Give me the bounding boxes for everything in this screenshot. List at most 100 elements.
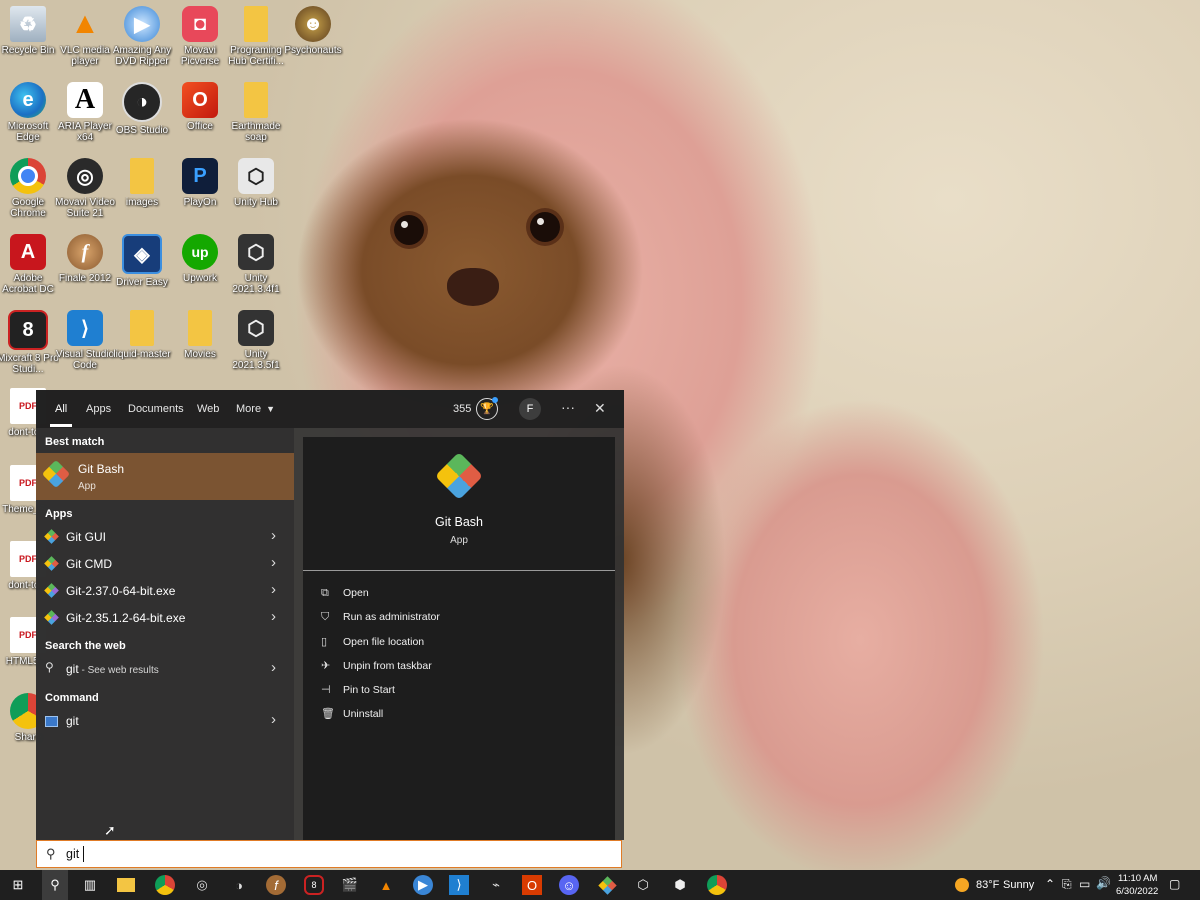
chrome-icon[interactable] bbox=[155, 875, 175, 895]
finale-icon[interactable]: f bbox=[266, 875, 286, 895]
tab-apps[interactable]: Apps bbox=[86, 403, 111, 415]
movavi-icon[interactable]: ◎ bbox=[192, 875, 212, 895]
search-input[interactable]: git bbox=[66, 847, 79, 861]
discord-icon[interactable]: ☺ bbox=[559, 875, 579, 895]
desktop-icon-unity-2021-3-5[interactable]: ⬡ Unity 2021.3.5f1 bbox=[225, 310, 287, 371]
desktop-icon-office[interactable]: O Office bbox=[169, 82, 231, 132]
obs-icon[interactable]: ◑ bbox=[229, 875, 249, 895]
web-result-item[interactable]: ⚲ git - See web results › bbox=[36, 656, 294, 682]
clock-time[interactable]: 11:10 AM bbox=[1118, 873, 1157, 884]
chevron-right-icon[interactable]: › bbox=[271, 608, 276, 625]
file-location-icon: ▯ bbox=[321, 636, 328, 648]
desktop-icon-psychonauts[interactable]: ☻ Psychonauts bbox=[282, 6, 344, 56]
account-avatar[interactable]: F bbox=[519, 398, 541, 420]
desktop-icon-unity-hub[interactable]: ⬡ Unity Hub bbox=[225, 158, 287, 208]
desktop-icon-driver-easy[interactable]: ◈ Driver Easy bbox=[111, 234, 173, 288]
chevron-right-icon[interactable]: › bbox=[271, 711, 276, 728]
git-icon[interactable] bbox=[597, 875, 617, 895]
task-view-icon[interactable]: ▥ bbox=[80, 875, 100, 895]
tab-web[interactable]: Web bbox=[197, 403, 219, 415]
desktop-icon-images[interactable]: images bbox=[111, 158, 173, 208]
tab-all[interactable]: All bbox=[55, 403, 67, 415]
notifications-icon[interactable]: ▢ bbox=[1169, 877, 1180, 891]
weather-text[interactable]: Sunny bbox=[1003, 879, 1034, 891]
best-match-name: Git Bash bbox=[78, 462, 125, 476]
desktop-icon-vlc[interactable]: ▲ VLC media player bbox=[54, 6, 116, 67]
driver-easy-icon: ◈ bbox=[122, 234, 162, 274]
unity-hub-icon[interactable]: ⬢ bbox=[670, 875, 690, 895]
file-explorer-icon[interactable] bbox=[117, 878, 135, 892]
chevron-down-icon: ▼ bbox=[266, 404, 276, 414]
desktop-icon-finale[interactable]: f Finale 2012 bbox=[54, 234, 116, 284]
list-item-git-2-35-1[interactable]: Git-2.35.1.2-64-bit.exe › bbox=[36, 605, 294, 631]
mouse-cursor-icon: ➚ bbox=[104, 822, 116, 838]
folder-icon bbox=[130, 310, 154, 346]
action-unpin-taskbar[interactable]: ✈ Unpin from taskbar bbox=[321, 659, 432, 672]
clapper-icon[interactable]: 🎬 bbox=[340, 875, 360, 895]
desktop-icon-programing-hub[interactable]: Programing Hub Certifi... bbox=[225, 6, 287, 67]
desktop-icon-aria-player[interactable]: A ARIA Player x64 bbox=[54, 82, 116, 143]
desktop-icon-recycle-bin[interactable]: ♻ Recycle Bin bbox=[0, 6, 59, 56]
best-match-item[interactable]: Git Bash App bbox=[36, 453, 294, 500]
apps-header: Apps bbox=[45, 508, 73, 520]
vlc-icon[interactable]: ▲ bbox=[376, 875, 396, 895]
action-pin-to-start[interactable]: ⊣ Pin to Start bbox=[321, 683, 395, 696]
dvd-ripper-icon[interactable]: ▶ bbox=[413, 875, 433, 895]
git-icon bbox=[44, 529, 59, 544]
taskbar-search-icon[interactable]: ⚲ bbox=[42, 870, 68, 900]
action-open[interactable]: ⧉ Open bbox=[321, 587, 369, 600]
action-uninstall[interactable]: 🗑 Uninstall bbox=[321, 707, 383, 720]
web-result-suffix: - See web results bbox=[78, 665, 159, 676]
chevron-right-icon[interactable]: › bbox=[271, 554, 276, 571]
gpu-icon[interactable]: ⌁ bbox=[486, 875, 506, 895]
desktop-icon-unity-2021-3-4[interactable]: ⬡ Unity 2021.3.4f1 bbox=[225, 234, 287, 295]
best-match-type: App bbox=[78, 481, 96, 492]
close-button[interactable]: ✕ bbox=[594, 400, 606, 417]
volume-icon[interactable]: 🔊 bbox=[1096, 876, 1111, 890]
list-item-git-gui[interactable]: Git GUI › bbox=[36, 524, 294, 550]
vscode-icon[interactable]: ⟩ bbox=[449, 875, 469, 895]
web-query: git bbox=[66, 662, 79, 676]
preview-app-name: Git Bash bbox=[435, 515, 483, 529]
desktop-icon-acrobat[interactable]: A Adobe Acrobat DC bbox=[0, 234, 59, 295]
command-item[interactable]: git › bbox=[36, 708, 294, 734]
desktop-icon-movavi-picverse[interactable]: ◘ Movavi Picverse bbox=[169, 6, 231, 67]
chevron-right-icon[interactable]: › bbox=[271, 659, 276, 676]
list-item-git-2-37-0[interactable]: Git-2.37.0-64-bit.exe › bbox=[36, 578, 294, 604]
office-icon[interactable]: O bbox=[522, 875, 542, 895]
desktop-icon-obs[interactable]: ◑ OBS Studio bbox=[111, 82, 173, 136]
action-run-as-admin[interactable]: ⛉ Run as administrator bbox=[321, 611, 440, 624]
chevron-right-icon[interactable]: › bbox=[271, 527, 276, 544]
list-item-label: Git-2.35.1.2-64-bit.exe bbox=[66, 611, 186, 625]
network-icon[interactable]: ▭ bbox=[1079, 877, 1090, 891]
mixcraft-icon[interactable]: 8 bbox=[304, 875, 324, 895]
start-windows-icon[interactable]: ⊞ bbox=[8, 875, 28, 895]
desktop-icon-movies[interactable]: Movies bbox=[169, 310, 231, 360]
desktop-icon-movavi-video[interactable]: ◎ Movavi Video Suite 21 bbox=[54, 158, 116, 219]
rewards-trophy-icon[interactable]: 🏆 bbox=[476, 397, 498, 420]
chevron-right-icon[interactable]: › bbox=[271, 581, 276, 598]
list-item-git-cmd[interactable]: Git CMD › bbox=[36, 551, 294, 577]
sun-icon[interactable] bbox=[955, 878, 969, 892]
desktop-icon-edge[interactable]: e Microsoft Edge bbox=[0, 82, 59, 143]
weather-temp[interactable]: 83°F bbox=[976, 879, 999, 891]
search-box[interactable]: ⚲ git bbox=[36, 840, 622, 868]
chrome-canary-icon[interactable] bbox=[707, 875, 727, 895]
desktop-icon-playon[interactable]: P PlayOn bbox=[169, 158, 231, 208]
desktop-icon-earthmade-soap[interactable]: Earthmade soap bbox=[225, 82, 287, 143]
meet-now-icon[interactable]: ⎘ bbox=[1062, 877, 1072, 892]
clock-date[interactable]: 6/30/2022 bbox=[1116, 886, 1158, 897]
tab-documents[interactable]: Documents bbox=[128, 403, 184, 415]
desktop-icon-mixcraft[interactable]: 8 Mixcraft 8 Pro Studi... bbox=[0, 310, 59, 375]
trash-icon: 🗑 bbox=[321, 708, 335, 720]
desktop-icon-dvd-ripper[interactable]: ▶ Amazing Any DVD Ripper bbox=[111, 6, 173, 67]
desktop-icon-vscode[interactable]: ⟩ Visual Studio Code bbox=[54, 310, 116, 371]
tab-more[interactable]: More ▼ bbox=[236, 403, 275, 415]
action-open-file-location[interactable]: ▯ Open file location bbox=[321, 635, 424, 648]
more-options-button[interactable]: ··· bbox=[561, 399, 575, 415]
desktop-icon-liquid-master[interactable]: liquid-master bbox=[111, 310, 173, 360]
chevron-up-icon[interactable]: ⌃ bbox=[1045, 877, 1055, 891]
desktop-icon-upwork[interactable]: up Upwork bbox=[169, 234, 231, 284]
unity-icon[interactable]: ⬡ bbox=[633, 875, 653, 895]
desktop-icon-chrome[interactable]: Google Chrome bbox=[0, 158, 59, 219]
